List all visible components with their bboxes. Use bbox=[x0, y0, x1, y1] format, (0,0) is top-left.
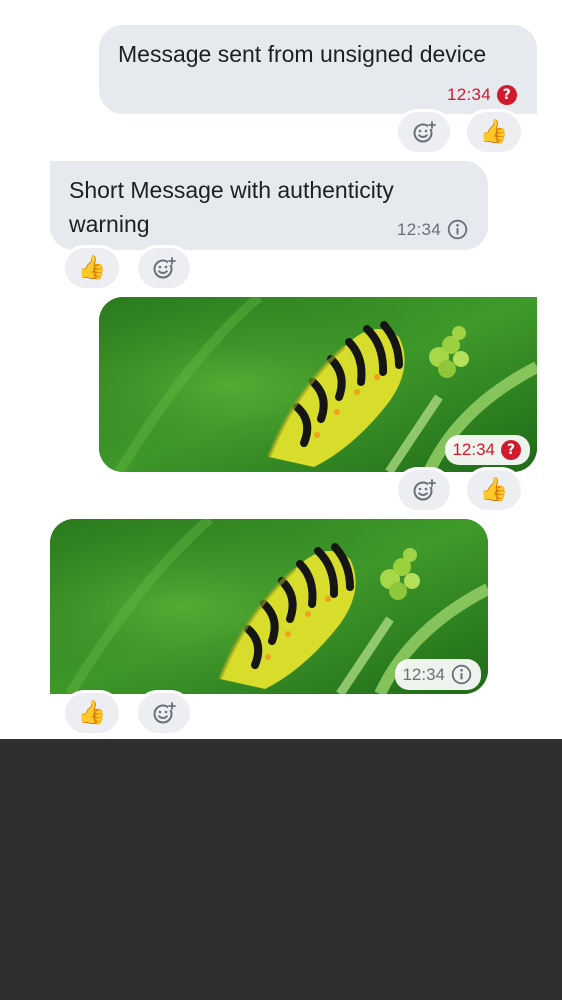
unsigned-device-question-icon[interactable]: ? bbox=[497, 85, 517, 105]
add-reaction-icon bbox=[412, 478, 436, 502]
message-meta: 12:34 ? bbox=[447, 85, 517, 105]
add-reaction-button[interactable] bbox=[135, 690, 193, 736]
add-reaction-icon bbox=[412, 120, 436, 144]
image-message-meta: 12:34 ? bbox=[445, 435, 530, 465]
message-text: Message sent from unsigned device bbox=[118, 41, 487, 67]
message-timestamp: 12:34 bbox=[446, 85, 491, 104]
thumbs-up-icon: 👍 bbox=[479, 476, 509, 503]
add-reaction-icon bbox=[152, 701, 176, 725]
bottom-panel bbox=[0, 739, 562, 1000]
image-message-meta: 12:34 bbox=[395, 659, 481, 690]
reaction-thumbs-up[interactable]: 👍 bbox=[464, 467, 524, 513]
reaction-thumbs-up[interactable]: 👍 bbox=[62, 690, 122, 736]
thumbs-up-icon: 👍 bbox=[77, 254, 107, 281]
message-timestamp: 12:34 bbox=[452, 440, 495, 459]
add-reaction-button[interactable] bbox=[395, 467, 453, 513]
add-reaction-button[interactable] bbox=[395, 109, 453, 155]
add-reaction-icon bbox=[152, 256, 176, 280]
message-timestamp: 12:34 bbox=[396, 219, 441, 239]
thumbs-up-icon: 👍 bbox=[479, 118, 509, 145]
authenticity-info-icon[interactable] bbox=[447, 219, 468, 240]
message-timestamp: 12:34 bbox=[402, 664, 445, 684]
thumbs-up-icon: 👍 bbox=[77, 699, 107, 726]
incoming-image-message[interactable]: 12:34 bbox=[50, 519, 488, 694]
reaction-thumbs-up[interactable]: 👍 bbox=[62, 245, 122, 291]
outgoing-message-bubble[interactable]: Message sent from unsigned device 12:34 … bbox=[99, 25, 537, 114]
message-meta: 12:34 bbox=[397, 219, 468, 240]
outgoing-image-message[interactable]: 12:34 ? bbox=[99, 297, 537, 472]
reaction-thumbs-up[interactable]: 👍 bbox=[464, 109, 524, 155]
message-timeline: Message sent from unsigned device 12:34 … bbox=[0, 0, 562, 739]
unsigned-device-question-icon[interactable]: ? bbox=[501, 440, 521, 460]
add-reaction-button[interactable] bbox=[135, 245, 193, 291]
authenticity-info-icon[interactable] bbox=[451, 664, 472, 685]
incoming-message-bubble[interactable]: Short Message with authenticity warning … bbox=[50, 161, 488, 250]
